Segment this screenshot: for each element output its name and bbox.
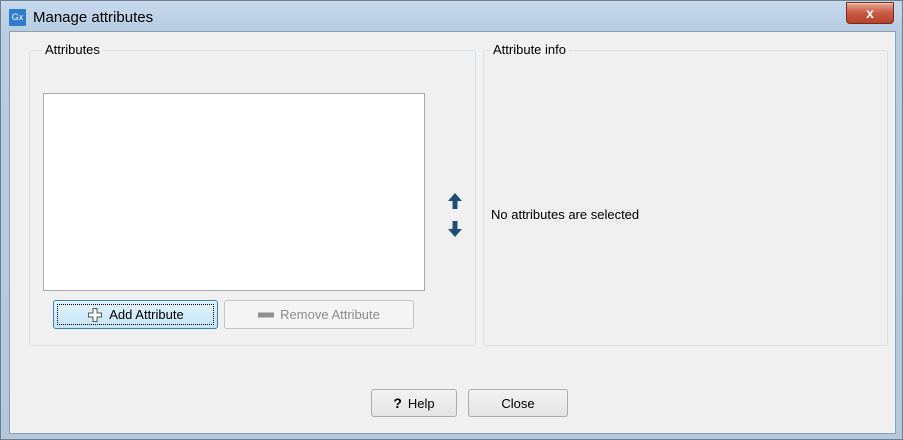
window-title: Manage attributes [33, 9, 154, 26]
attributes-list[interactable] [43, 93, 425, 291]
help-label: Help [407, 395, 435, 411]
close-label: Close [501, 395, 535, 411]
app-logo-icon: Gx [9, 9, 26, 26]
window-close-button[interactable]: x [846, 2, 894, 24]
arrow-up-icon[interactable] [448, 193, 462, 209]
title-bar[interactable]: Gx Manage attributes x [1, 1, 902, 31]
close-button[interactable]: Close [468, 389, 568, 417]
add-attribute-button[interactable]: Add Attribute [53, 300, 218, 329]
attributes-group-label: Attributes [42, 42, 103, 57]
question-mark-icon: ? [393, 395, 402, 411]
help-button[interactable]: ? Help [371, 389, 457, 417]
remove-attribute-label: Remove Attribute [280, 307, 380, 322]
arrow-down-icon[interactable] [448, 221, 462, 237]
remove-attribute-button[interactable]: Remove Attribute [224, 300, 414, 329]
attribute-info-group: Attribute info [483, 42, 888, 346]
attribute-info-group-label: Attribute info [490, 42, 569, 57]
no-selection-message: No attributes are selected [491, 207, 640, 222]
minus-icon [258, 312, 275, 317]
